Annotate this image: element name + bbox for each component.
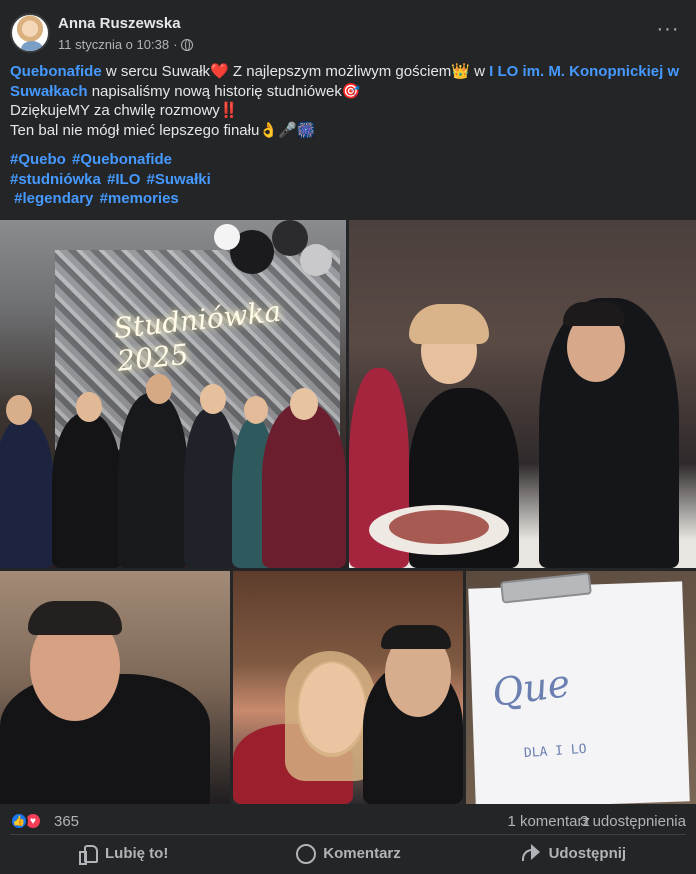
hashtag-link[interactable]: #ILO: [107, 171, 140, 188]
group-of-people: [0, 370, 346, 568]
like-label: Lubię to!: [105, 844, 169, 862]
comment-button[interactable]: Komentarz: [235, 838, 460, 868]
reaction-icons[interactable]: 👍 ♥: [10, 812, 42, 830]
exclamation-emoji: ‼️: [219, 102, 239, 119]
photo-autograph[interactable]: Que DLA I LO: [466, 571, 696, 804]
shares-count[interactable]: 3 udostępnienia: [580, 813, 686, 830]
mention-quebonafide[interactable]: Quebonafide: [10, 63, 102, 80]
hashtag-link[interactable]: #studniówka: [10, 171, 101, 188]
balloon-icon: [214, 224, 240, 250]
hashtag-link[interactable]: #Suwałki: [147, 171, 211, 188]
balloon-icon: [300, 244, 332, 276]
heart-emoji: ❤️: [210, 63, 229, 80]
author-name[interactable]: Anna Ruszewska: [58, 15, 181, 32]
facebook-post: Anna Ruszewska 11 stycznia o 10:38 · ···…: [0, 0, 696, 874]
share-button[interactable]: Udostępnij: [461, 838, 686, 868]
photo-laughing-guest[interactable]: [0, 571, 230, 804]
crown-emoji: 👑: [451, 63, 470, 80]
photo-selfie[interactable]: [233, 571, 463, 804]
comments-count[interactable]: 1 komentarz: [507, 813, 590, 830]
comment-label: Komentarz: [323, 844, 401, 862]
share-icon: [521, 843, 541, 863]
hashtag-link[interactable]: #Quebo: [10, 151, 66, 168]
reaction-count[interactable]: 365: [54, 813, 79, 830]
like-button[interactable]: Lubię to!: [10, 838, 235, 868]
hashtag-link[interactable]: #Quebonafide: [72, 151, 172, 168]
divider: [10, 834, 686, 835]
post-line-3: Ten bal nie mógł mieć lepszego finału👌🎤🎆: [10, 121, 316, 139]
post-meta: 11 stycznia o 10:38 ·: [58, 37, 194, 52]
post-text: Quebonafide w sercu Suwałk❤️ Z najlepszy…: [10, 62, 686, 140]
more-icon[interactable]: ···: [656, 19, 680, 42]
like-icon: 👍: [10, 812, 28, 830]
post-actions: Lubię to! Komentarz Udostępnij: [10, 838, 686, 868]
thumb-up-icon: [77, 843, 98, 865]
hashtag-link[interactable]: #memories: [100, 190, 179, 207]
share-label: Udostępnij: [548, 844, 627, 862]
post-line-1: Quebonafide w sercu Suwałk❤️ Z najlepszy…: [10, 63, 680, 100]
photo-table-conversation[interactable]: [349, 220, 696, 568]
post-line-2: DziękujeMY za chwilę rozmowy‼️: [10, 102, 239, 119]
photo-group-studniowka[interactable]: Studniówka 2025: [0, 220, 346, 568]
author-avatar[interactable]: [10, 13, 50, 53]
target-emoji: 🎯: [341, 82, 361, 100]
photo-grid: Studniówka 2025 Que DLA I LO: [0, 220, 696, 804]
hashtags: #Quebo #Quebonafide #studniówka #ILO #Su…: [10, 150, 686, 209]
post-header: Anna Ruszewska 11 stycznia o 10:38 · ···: [10, 10, 686, 58]
hashtag-link[interactable]: #legendary: [14, 190, 93, 207]
comment-icon: [295, 843, 317, 864]
post-timestamp[interactable]: 11 stycznia o 10:38: [58, 37, 169, 52]
engagement-bar: 👍 ♥ 365 1 komentarz 3 udostępnienia: [10, 812, 686, 832]
globe-icon: [181, 38, 194, 51]
finale-emojis: 👌🎤🎆: [259, 121, 316, 139]
